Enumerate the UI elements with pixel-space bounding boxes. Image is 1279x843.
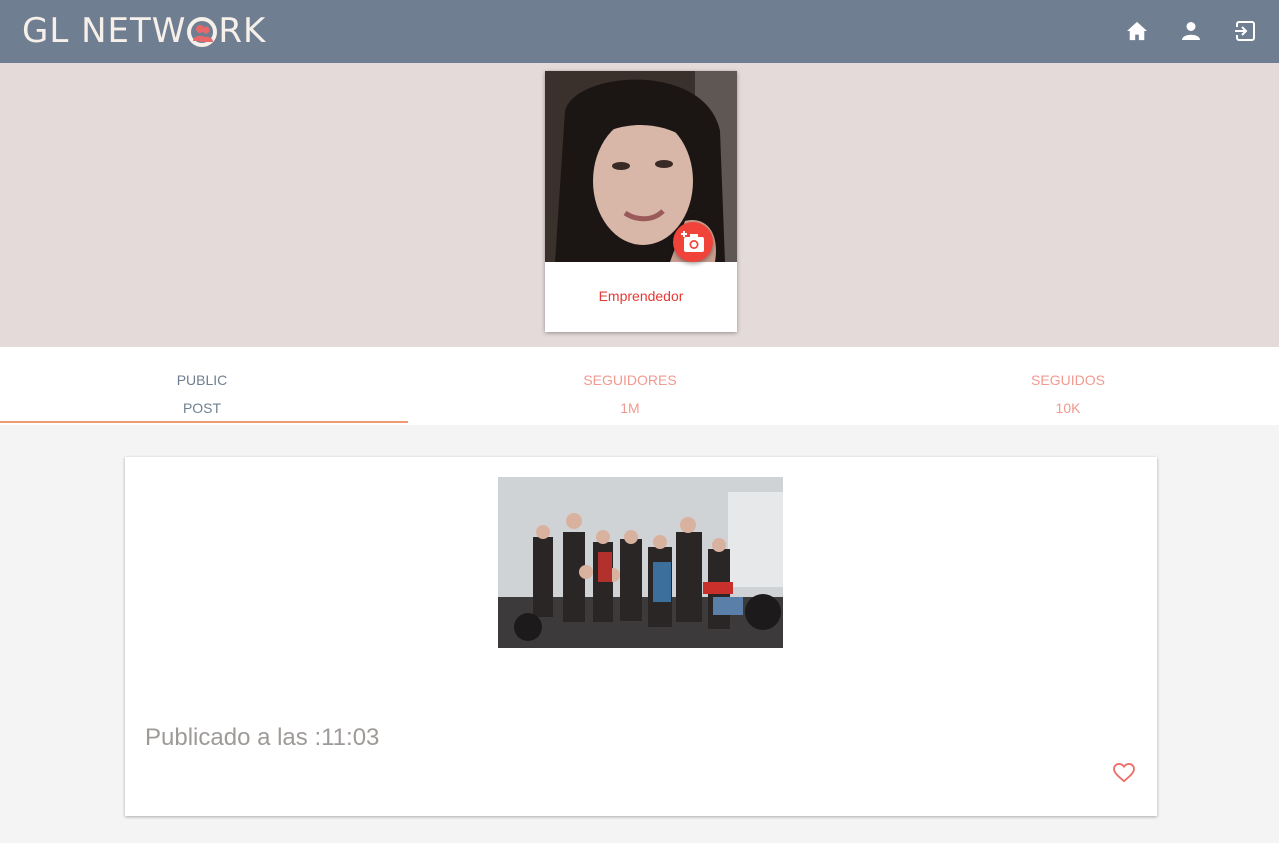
post-timestamp: Publicado a las :11:03 bbox=[145, 724, 380, 751]
post-card: Publicado a las :11:03 bbox=[125, 457, 1157, 816]
tab-label: SEGUIDORES bbox=[583, 372, 677, 388]
logout-icon[interactable] bbox=[1233, 18, 1257, 44]
logo-people-icon bbox=[187, 17, 218, 47]
profile-tabs: PUBLIC POST SEGUIDORES 1M SEGUIDOS 10K bbox=[0, 366, 1279, 425]
change-photo-button[interactable] bbox=[673, 222, 713, 262]
like-button[interactable] bbox=[1113, 762, 1137, 785]
tab-label: SEGUIDOS bbox=[1031, 372, 1105, 388]
spacer-bar bbox=[0, 347, 1279, 367]
person-icon[interactable] bbox=[1179, 18, 1203, 44]
active-tab-indicator bbox=[0, 421, 408, 423]
logo-text-suffix: RK bbox=[218, 11, 267, 51]
profile-role: Emprendedor bbox=[598, 288, 684, 304]
logo-text-prefix: GL NETW bbox=[22, 11, 187, 51]
post-image[interactable] bbox=[498, 477, 783, 648]
tab-value: 1M bbox=[620, 400, 640, 416]
app-logo[interactable]: GL NETW RK bbox=[22, 8, 266, 54]
tab-value: POST bbox=[182, 400, 222, 416]
top-app-bar: GL NETW RK bbox=[0, 0, 1279, 63]
tab-seguidores[interactable]: SEGUIDORES 1M bbox=[430, 366, 830, 425]
tab-value: 10K bbox=[1055, 400, 1081, 416]
tab-label: PUBLIC bbox=[176, 372, 228, 388]
tab-seguidos[interactable]: SEGUIDOS 10K bbox=[868, 366, 1268, 425]
profile-card: Emprendedor bbox=[545, 71, 737, 332]
home-icon[interactable] bbox=[1125, 18, 1149, 44]
tab-public-post[interactable]: PUBLIC POST bbox=[0, 366, 404, 425]
add-photo-icon bbox=[681, 231, 704, 252]
heart-outline-icon bbox=[1113, 762, 1135, 783]
